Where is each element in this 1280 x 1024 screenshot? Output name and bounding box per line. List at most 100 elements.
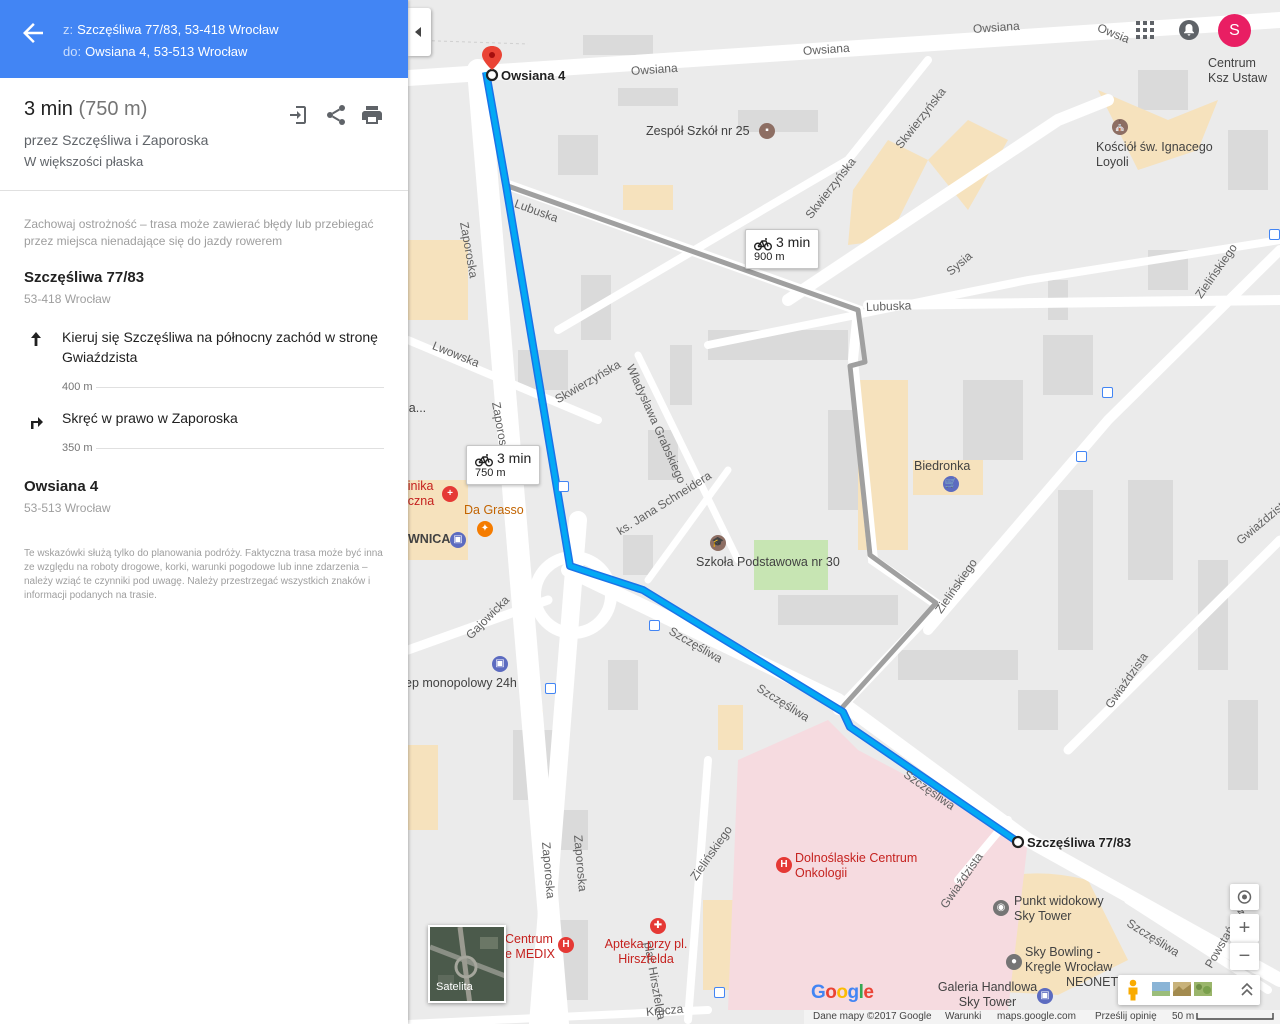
google-logo: Google bbox=[811, 982, 874, 1003]
poi-label-wnica[interactable]: WNICA bbox=[408, 532, 450, 546]
bus-stop-icon[interactable] bbox=[545, 683, 556, 694]
poi-label-klinika[interactable]: linika iczna bbox=[408, 479, 440, 509]
pharmacy-icon[interactable]: ✚ bbox=[650, 918, 666, 934]
route-bubble-alternative[interactable]: 3 min 900 m bbox=[745, 229, 820, 269]
shop-bag-icon[interactable]: ▣ bbox=[492, 656, 508, 672]
hospital-icon[interactable]: H bbox=[558, 937, 574, 953]
shop-bag-icon[interactable]: ▣ bbox=[450, 532, 466, 548]
turn-right-icon bbox=[31, 417, 43, 429]
share-icon[interactable] bbox=[324, 103, 348, 127]
bicycle-icon bbox=[475, 454, 493, 467]
church-icon[interactable]: ⛪ bbox=[1112, 119, 1128, 135]
directions-header: z: Szczęśliwa 77/83, 53-418 Wrocław do: Ow… bbox=[0, 0, 408, 78]
site-link[interactable]: maps.google.com bbox=[997, 1011, 1076, 1022]
send-to-device-icon[interactable] bbox=[287, 103, 311, 127]
destination-prefix: do: bbox=[63, 44, 82, 59]
feedback-link[interactable]: Prześlij opinię bbox=[1095, 1011, 1157, 1022]
poi-label-szkola[interactable]: Szkoła Podstawowa nr 30 bbox=[696, 555, 840, 569]
bus-stop-icon[interactable] bbox=[714, 987, 725, 998]
step-2-text: Skręć w prawo w Zaporoska bbox=[62, 410, 238, 426]
bus-stop-icon[interactable] bbox=[1102, 387, 1113, 398]
map-footer: Dane mapy ©2017 Google Warunki maps.goog… bbox=[804, 1010, 1280, 1024]
route-distance: (750 m) bbox=[78, 98, 148, 120]
origin-label[interactable]: Szczęśliwa 77/83 bbox=[1027, 835, 1131, 850]
poi-label-dagrasso[interactable]: Da Grasso bbox=[464, 503, 524, 517]
satellite-toggle[interactable]: Satelita bbox=[428, 925, 506, 1003]
poi-label-neonet[interactable]: NEONET bbox=[1066, 975, 1118, 989]
end-place-title: Owsiana 4 bbox=[24, 478, 99, 495]
shopping-cart-icon[interactable]: 🛒 bbox=[943, 476, 959, 492]
directions-panel: z: Szczęśliwa 77/83, 53-418 Wrocław do: Ow… bbox=[0, 0, 408, 1024]
destination-label[interactable]: Owsiana 4 bbox=[501, 68, 565, 83]
bubble-time: 3 min bbox=[776, 234, 811, 250]
poi-label-apteka[interactable]: Apteka przy pl. Hirszfelda bbox=[601, 937, 691, 967]
route-time: 3 min (750 m) bbox=[24, 98, 147, 121]
my-location-button[interactable] bbox=[1230, 884, 1259, 910]
avatar[interactable]: S bbox=[1218, 14, 1251, 47]
poi-label-punkt[interactable]: Punkt widokowy Sky Tower bbox=[1014, 894, 1124, 924]
poi-label-centrum[interactable]: Centrum Ksz Ustaw bbox=[1208, 56, 1280, 86]
poi-label-sklep[interactable]: ep monopolowy 24h bbox=[408, 676, 517, 690]
maps-app: z: Szczęśliwa 77/83, 53-418 Wrocław do: Ow… bbox=[0, 0, 1280, 1024]
bowling-icon[interactable]: ● bbox=[1006, 954, 1022, 970]
disclaimer-text: Te wskazówki służą tylko do planowania p… bbox=[24, 548, 383, 601]
medical-icon[interactable]: + bbox=[442, 486, 458, 502]
bus-stop-icon[interactable] bbox=[1269, 229, 1280, 240]
poi-label-galeria[interactable]: Galeria Handlowa Sky Tower bbox=[930, 980, 1045, 1010]
origin-value: Szczęśliwa 77/83, 53-418 Wrocław bbox=[77, 22, 279, 37]
camera-icon[interactable]: ◉ bbox=[993, 900, 1009, 916]
chevron-up-icon[interactable] bbox=[1240, 980, 1254, 1000]
landscape-thumbnail-icon[interactable] bbox=[1194, 982, 1212, 996]
start-place-title: Szczęśliwa 77/83 bbox=[24, 269, 145, 286]
print-icon[interactable] bbox=[360, 103, 384, 127]
crosshair-icon bbox=[1237, 890, 1252, 904]
collapse-panel-button[interactable] bbox=[408, 8, 431, 56]
school-icon[interactable]: ▪ bbox=[759, 123, 775, 139]
bus-stop-icon[interactable] bbox=[1076, 451, 1087, 462]
poi-label-medix[interactable]: Centrum e MEDIX bbox=[505, 932, 555, 962]
route-via: przez Szczęśliwa i Zaporoska bbox=[24, 132, 209, 148]
start-place-subtitle: 53-418 Wrocław bbox=[24, 292, 111, 306]
origin-prefix: z: bbox=[63, 22, 74, 37]
destination-field[interactable]: do: Owsiana 4, 53-513 Wrocław bbox=[63, 44, 247, 59]
poi-label-oncology[interactable]: Dolnośląskie Centrum Onkologii bbox=[795, 851, 935, 881]
origin-field[interactable]: z: Szczęśliwa 77/83, 53-418 Wrocław bbox=[63, 22, 278, 37]
bus-stop-icon[interactable] bbox=[649, 620, 660, 631]
step-2-divider bbox=[96, 448, 384, 449]
poi-label-biedronka[interactable]: Biedronka bbox=[914, 459, 970, 473]
terms-link[interactable]: Warunki bbox=[945, 1011, 981, 1022]
notifications-icon[interactable] bbox=[1178, 18, 1200, 42]
poi-label-bowling[interactable]: Sky Bowling - Kręgle Wrocław bbox=[1025, 945, 1135, 975]
hospital-icon[interactable]: H bbox=[776, 857, 792, 873]
shop-bag-icon[interactable]: ▣ bbox=[1037, 988, 1053, 1004]
pegman-icon[interactable] bbox=[1124, 979, 1142, 1001]
caution-text: Zachowaj ostrożność – trasa może zawiera… bbox=[24, 217, 374, 248]
origin-marker bbox=[1011, 835, 1025, 849]
route-bubble-selected[interactable]: 3 min 750 m bbox=[466, 445, 541, 485]
zoom-out-button[interactable]: − bbox=[1230, 942, 1259, 970]
step-1-distance: 400 m bbox=[62, 381, 93, 393]
route-duration: 3 min bbox=[24, 98, 73, 120]
satellite-label: Satelita bbox=[436, 981, 473, 993]
poi-label-school[interactable]: Zespół Szkół nr 25 bbox=[646, 124, 750, 138]
bubble-distance: 900 m bbox=[754, 251, 785, 263]
destination-value: Owsiana 4, 53-513 Wrocław bbox=[85, 44, 248, 59]
chevron-left-icon bbox=[415, 27, 421, 37]
apps-grid-icon[interactable] bbox=[1135, 20, 1155, 40]
street-label: Lubuska bbox=[865, 298, 912, 314]
scale-bar bbox=[1196, 1013, 1274, 1020]
zoom-in-button[interactable]: + bbox=[1230, 914, 1259, 942]
map-canvas[interactable]: Owsiana Owsiana Owsiana Owsia Lubuska Lu… bbox=[408, 0, 1280, 1024]
back-arrow-icon[interactable] bbox=[18, 18, 48, 48]
scale-label: 50 m bbox=[1172, 1011, 1195, 1022]
school-cap-icon[interactable]: 🎓 bbox=[710, 535, 726, 551]
step-1-text: Kieruj się Szczęśliwa na północny zachód… bbox=[62, 329, 378, 365]
imagery-thumbnail-icon[interactable] bbox=[1152, 982, 1170, 996]
terrain-thumbnail-icon[interactable] bbox=[1173, 982, 1191, 996]
bus-stop-icon[interactable] bbox=[558, 481, 569, 492]
arrow-up-icon bbox=[31, 332, 41, 346]
restaurant-icon[interactable]: ✦ bbox=[477, 521, 493, 537]
route-terrain: W większości płaska bbox=[24, 154, 144, 169]
bubble-distance: 750 m bbox=[475, 467, 506, 479]
poi-label-church[interactable]: Kościół św. Ignacego Loyoli bbox=[1096, 140, 1216, 170]
